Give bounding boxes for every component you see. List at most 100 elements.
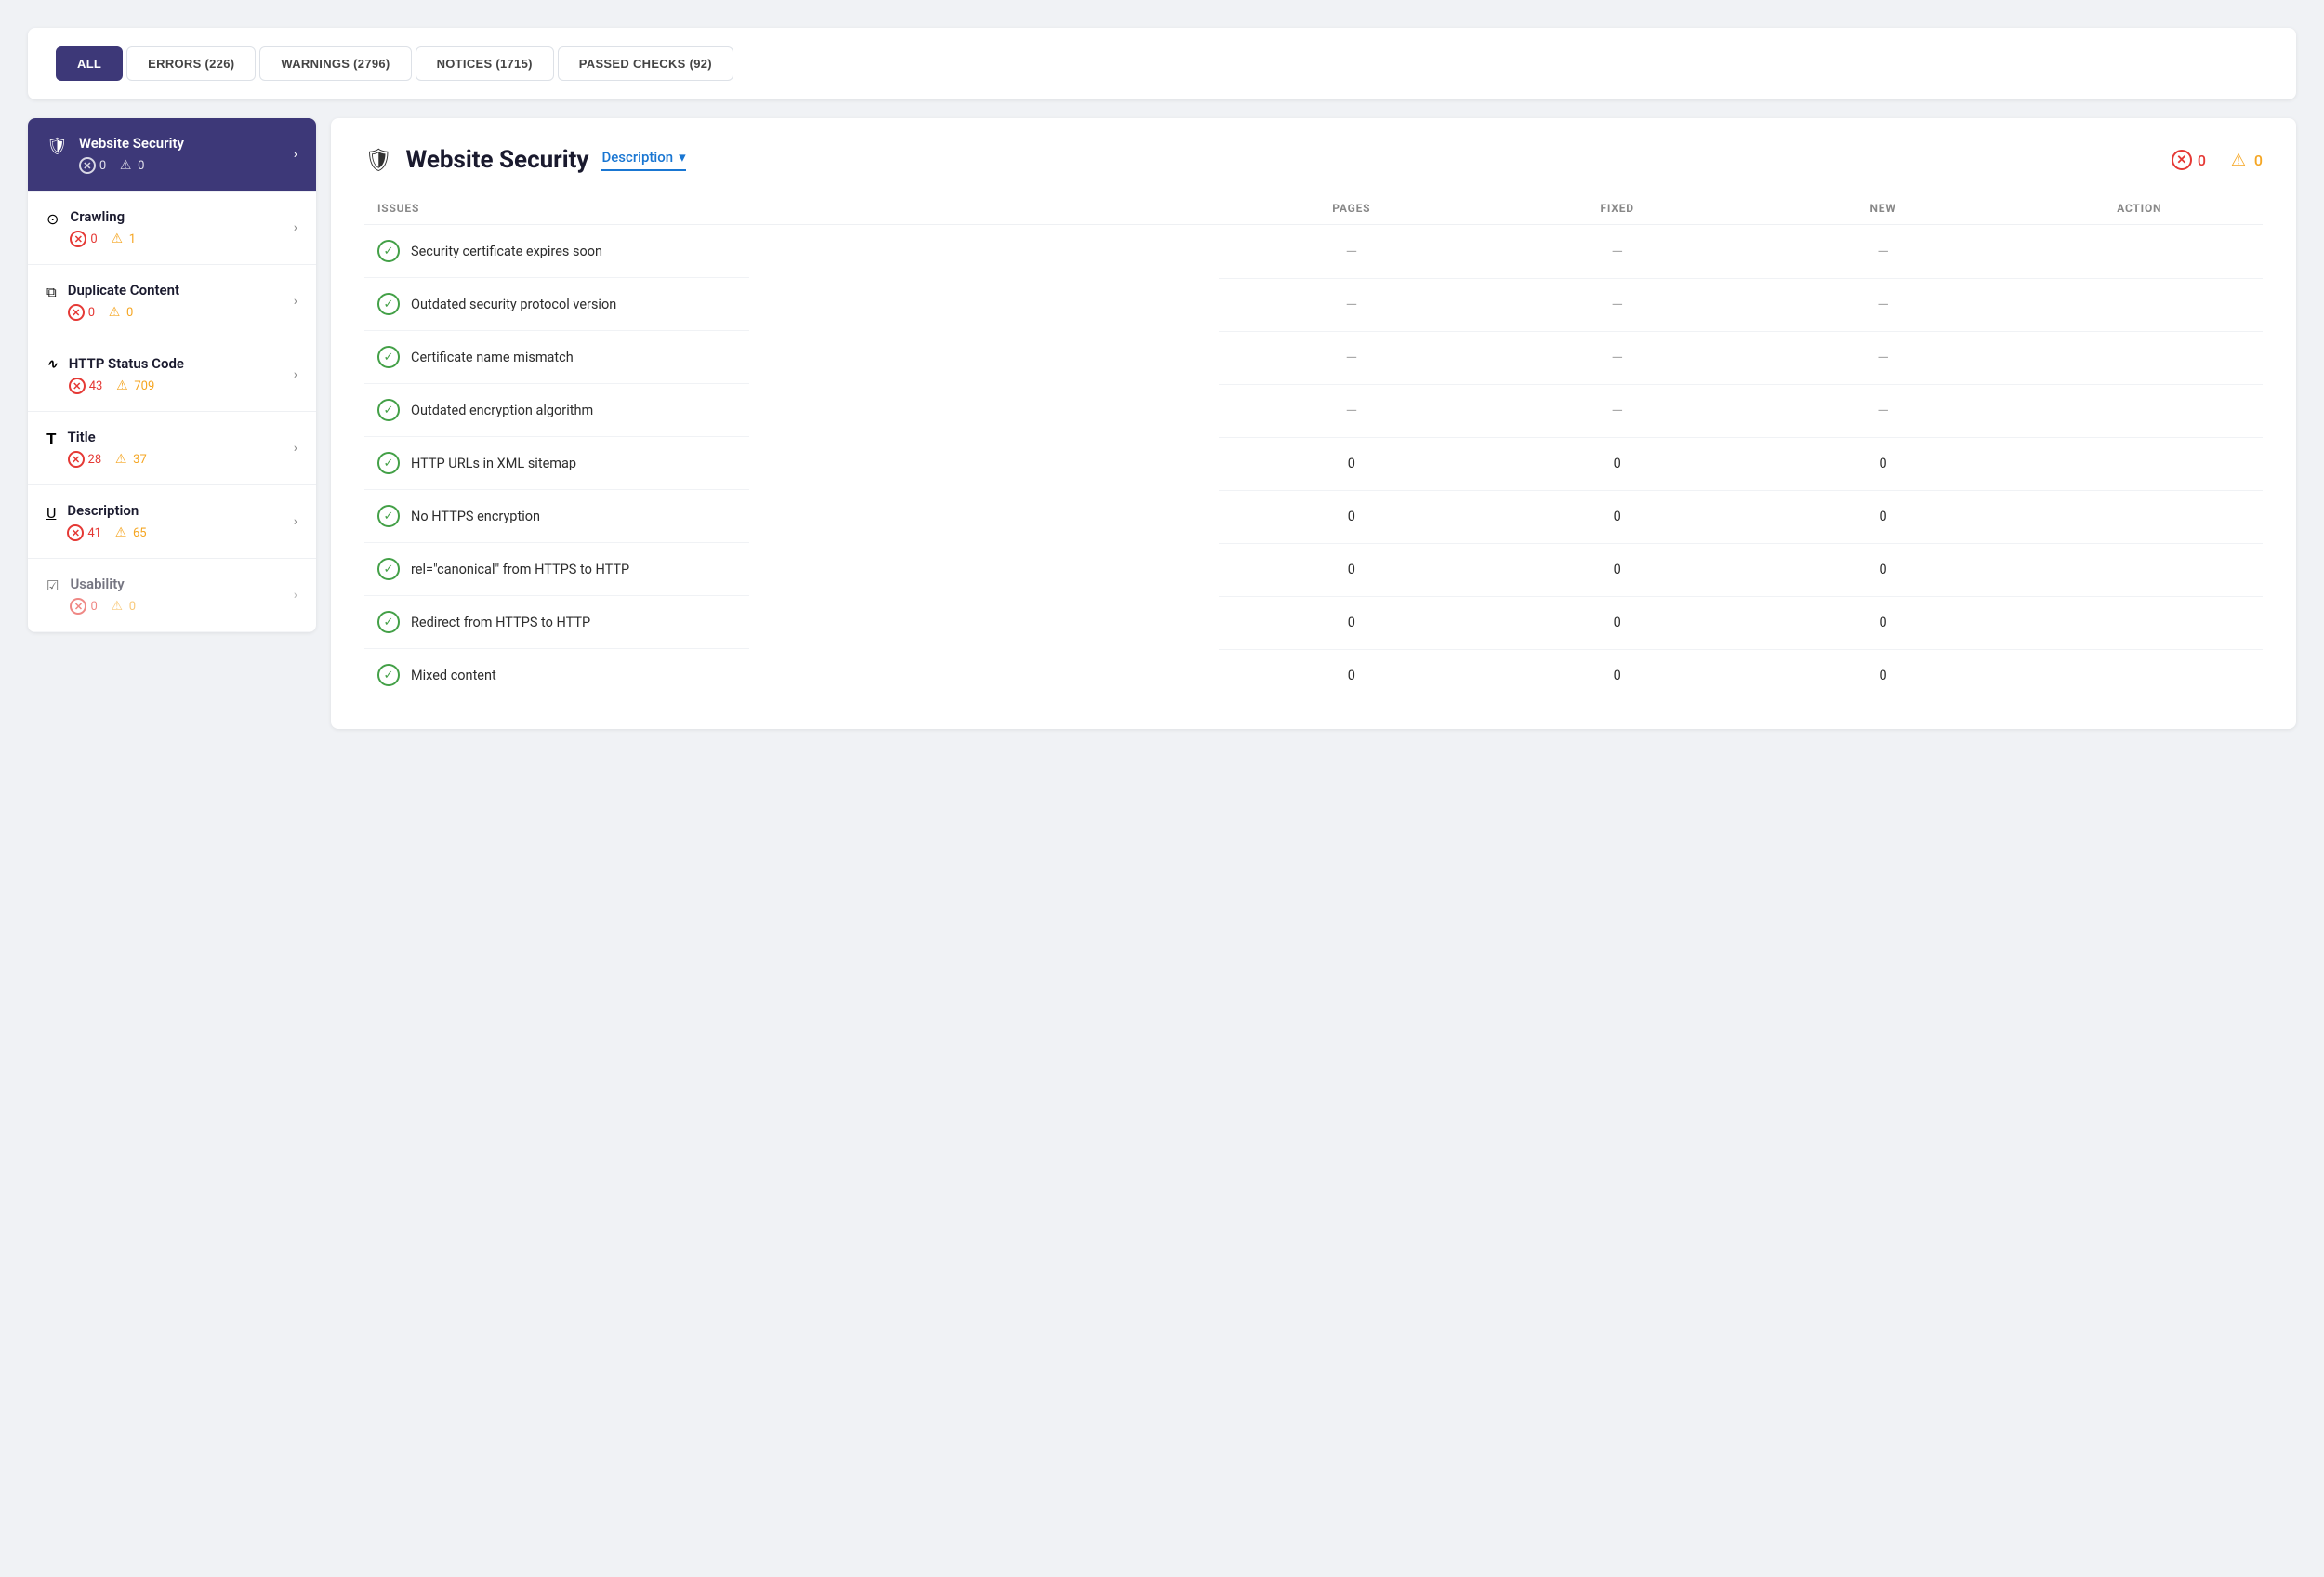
sidebar-item-duplicate-content[interactable]: ⧉ Duplicate Content ✕ 0 ⚠ 0 › [28, 265, 316, 338]
sidebar-warning-badge: ⚠ 0 [117, 157, 144, 174]
chevron-down-icon: ▾ [679, 149, 686, 166]
top-bar: ALL ERRORS (226) WARNINGS (2796) NOTICES… [28, 28, 2296, 99]
error-circle-icon: ✕ [67, 524, 84, 541]
fixed-cell: 0 [1485, 543, 1750, 596]
error-circle-icon: ✕ [68, 451, 85, 468]
tabs-row: ALL ERRORS (226) WARNINGS (2796) NOTICES… [56, 46, 2268, 81]
panel-title: Website Security [405, 146, 588, 174]
sidebar-item-label: Usability [70, 576, 136, 592]
table-header-row: ISSUES PAGES FIXED NEW ACTION [364, 192, 2263, 225]
issue-label: No HTTPS encryption [411, 509, 540, 524]
new-cell: 0 [1750, 649, 2016, 701]
table-row: ✓rel="canonical" from HTTPS to HTTP000 [364, 543, 2263, 596]
panel-shield-icon: 🛡 [364, 147, 392, 173]
col-header-issues: ISSUES [364, 192, 1219, 225]
chevron-right-icon: › [294, 294, 297, 309]
issue-label: HTTP URLs in XML sitemap [411, 456, 576, 471]
fixed-cell: 0 [1485, 649, 1750, 701]
fixed-cell: — [1485, 384, 1750, 437]
table-row: ✓Security certificate expires soon——— [364, 225, 2263, 279]
fixed-cell: — [1485, 331, 1750, 384]
sidebar-warning-badge: ⚠ 1 [109, 231, 136, 247]
issues-table: ISSUES PAGES FIXED NEW ACTION ✓ Security … [364, 192, 2263, 701]
action-cell [2016, 543, 2263, 596]
error-circle-icon: ✕ [69, 378, 86, 394]
action-cell [2016, 596, 2263, 649]
tab-all[interactable]: ALL [56, 46, 123, 81]
issue-label: Redirect from HTTPS to HTTP [411, 615, 590, 630]
table-row: ✓Certificate name mismatch——— [364, 331, 2263, 384]
http-icon: ∿ [46, 357, 58, 372]
sidebar-error-badge: ✕ 0 [70, 231, 97, 247]
pages-cell: — [1219, 225, 1485, 279]
sidebar-item-crawling[interactable]: ⊙ Crawling ✕ 0 ⚠ 1 › [28, 192, 316, 265]
fixed-cell: — [1485, 278, 1750, 331]
new-cell: 0 [1750, 596, 2016, 649]
pages-cell: 0 [1219, 596, 1485, 649]
sidebar: 🛡 Website Security ✕ 0 ⚠ 0 › [28, 118, 316, 632]
issue-label: Mixed content [411, 668, 496, 683]
table-row: ✓Mixed content000 [364, 649, 2263, 701]
right-panel: 🛡 Website Security Description ▾ ✕ 0 ⚠ 0 [331, 118, 2296, 729]
description-dropdown[interactable]: Description ▾ [601, 149, 685, 171]
sidebar-item-usability[interactable]: ☑ Usability ✕ 0 ⚠ 0 › [28, 559, 316, 632]
pages-cell: — [1219, 331, 1485, 384]
sidebar-item-title[interactable]: T Title ✕ 28 ⚠ 37 › [28, 412, 316, 485]
search-icon: ⊙ [46, 210, 59, 228]
sidebar-item-title: Website Security [79, 135, 184, 152]
tab-warnings[interactable]: WARNINGS (2796) [259, 46, 411, 81]
header-error-icon: ✕ [2172, 150, 2192, 170]
sidebar-warning-badge: ⚠ 37 [112, 451, 147, 468]
chevron-right-icon: › [294, 220, 297, 235]
description-label: Description [601, 149, 673, 166]
issue-label: Outdated encryption algorithm [411, 403, 593, 418]
warning-triangle-icon: ⚠ [117, 157, 134, 174]
sidebar-item-title: Crawling [70, 208, 136, 225]
warning-triangle-icon: ⚠ [109, 231, 125, 247]
sidebar-item-website-security[interactable]: 🛡 Website Security ✕ 0 ⚠ 0 › [28, 118, 316, 192]
action-cell [2016, 331, 2263, 384]
action-cell [2016, 649, 2263, 701]
sidebar-error-badge: ✕ 0 [79, 157, 106, 174]
col-header-new: NEW [1750, 192, 2016, 225]
main-content: 🛡 Website Security ✕ 0 ⚠ 0 › [28, 118, 2296, 729]
issue-label: Security certificate expires soon [411, 244, 602, 259]
pages-cell: 0 [1219, 543, 1485, 596]
tab-notices[interactable]: NOTICES (1715) [416, 46, 554, 81]
new-cell: — [1750, 278, 2016, 331]
pass-check-icon: ✓ [377, 240, 400, 262]
fixed-cell: 0 [1485, 437, 1750, 490]
sidebar-error-badge: ✕ 28 [68, 451, 102, 468]
warning-triangle-icon: ⚠ [112, 524, 129, 541]
sidebar-item-http-status[interactable]: ∿ HTTP Status Code ✕ 43 ⚠ 709 [28, 338, 316, 412]
panel-title-area: 🛡 Website Security Description ▾ [364, 146, 686, 174]
pass-check-icon: ✓ [377, 346, 400, 368]
chevron-right-icon: › [294, 514, 297, 529]
pages-cell: — [1219, 384, 1485, 437]
fixed-cell: 0 [1485, 490, 1750, 543]
description-icon: U [46, 504, 56, 522]
warning-triangle-icon: ⚠ [112, 451, 129, 468]
sidebar-item-description[interactable]: U Description ✕ 41 ⚠ 65 › [28, 485, 316, 559]
pages-cell: — [1219, 278, 1485, 331]
panel-warning-badge: ⚠ 0 [2228, 150, 2263, 170]
pass-check-icon: ✓ [377, 505, 400, 527]
sidebar-error-badge: ✕ 43 [69, 378, 103, 394]
chevron-right-icon: › [294, 588, 297, 603]
chevron-right-icon: › [294, 441, 297, 456]
table-row: ✓HTTP URLs in XML sitemap000 [364, 437, 2263, 490]
tab-errors[interactable]: ERRORS (226) [126, 46, 256, 81]
new-cell: 0 [1750, 490, 2016, 543]
col-header-action: ACTION [2016, 192, 2263, 225]
new-cell: — [1750, 331, 2016, 384]
issue-label: Outdated security protocol version [411, 297, 616, 312]
tab-passed[interactable]: PASSED CHECKS (92) [558, 46, 733, 81]
table-row: ✓No HTTPS encryption000 [364, 490, 2263, 543]
action-cell [2016, 490, 2263, 543]
pass-check-icon: ✓ [377, 558, 400, 580]
sidebar-warning-badge: ⚠ 65 [112, 524, 147, 541]
new-cell: 0 [1750, 543, 2016, 596]
sidebar-warning-badge: ⚠ 0 [109, 598, 136, 615]
issue-label: rel="canonical" from HTTPS to HTTP [411, 562, 629, 577]
col-header-pages: PAGES [1219, 192, 1485, 225]
